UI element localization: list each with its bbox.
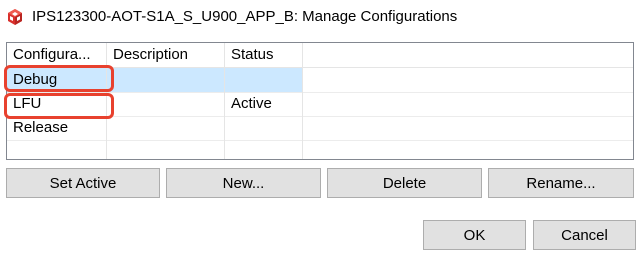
row-filler [303,116,633,140]
config-name: LFU [7,92,107,116]
delete-button[interactable]: Delete [327,168,482,198]
list-item-debug[interactable]: Debug [7,68,633,93]
empty-cell [107,140,225,159]
column-header-status[interactable]: Status [225,43,303,67]
cancel-button[interactable]: Cancel [533,220,636,250]
config-status [225,68,303,92]
new-button[interactable]: New... [166,168,321,198]
list-item-release[interactable]: Release [7,116,633,141]
empty-cell [7,140,107,159]
list-header: Configura... Description Status [7,43,633,68]
row-filler [303,68,633,92]
column-header-description[interactable]: Description [107,43,225,67]
rename-button[interactable]: Rename... [488,168,634,198]
row-filler [303,140,633,159]
red-cube-icon [8,9,22,25]
window-title: IPS123300-AOT-S1A_S_U900_APP_B: Manage C… [32,8,458,25]
config-name: Release [7,116,107,140]
title-bar: IPS123300-AOT-S1A_S_U900_APP_B: Manage C… [0,0,640,34]
set-active-button[interactable]: Set Active [6,168,160,198]
config-name: Debug [7,68,107,92]
config-description [107,92,225,116]
config-description [107,116,225,140]
list-item-empty [7,140,633,159]
list-item-lfu[interactable]: LFU Active [7,92,633,117]
config-description [107,68,225,92]
configurations-list[interactable]: Configura... Description Status Debug LF… [6,42,634,160]
column-header-filler [303,43,633,67]
config-status [225,116,303,140]
empty-cell [225,140,303,159]
row-filler [303,92,633,116]
column-header-configuration[interactable]: Configura... [7,43,107,67]
config-status: Active [225,92,303,116]
ok-button[interactable]: OK [423,220,526,250]
